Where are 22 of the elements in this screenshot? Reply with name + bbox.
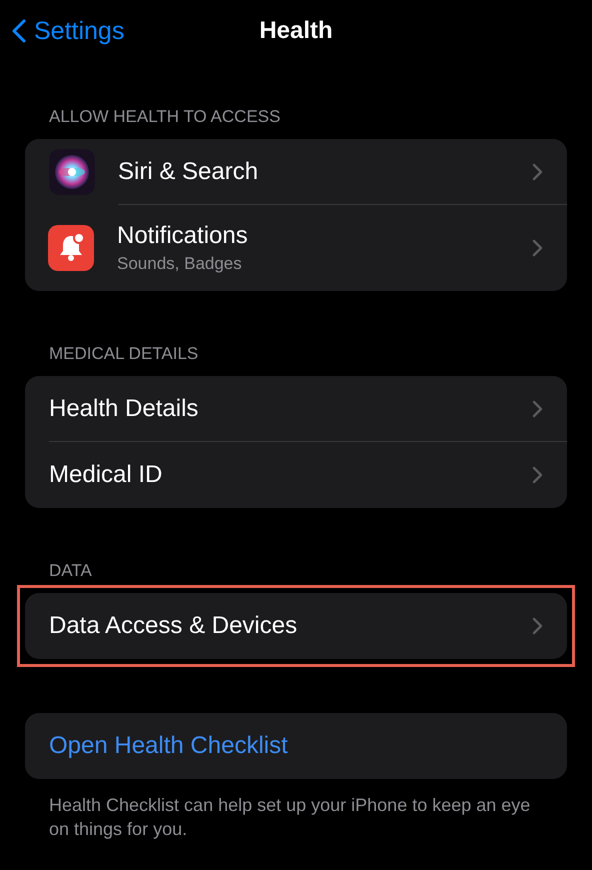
chevron-icon xyxy=(532,239,543,257)
chevron-icon xyxy=(532,466,543,484)
section-header: MEDICAL DETAILS xyxy=(48,343,200,365)
settings-row[interactable]: Notifications Sounds, Badges xyxy=(25,205,567,291)
chevron-icon xyxy=(532,617,543,635)
settings-row[interactable]: Siri & Search xyxy=(25,139,567,205)
back-label[interactable]: Settings xyxy=(34,16,124,46)
siri-icon xyxy=(49,149,95,195)
section-header: ALLOW HEALTH TO ACCESS xyxy=(48,106,282,128)
page-title: Health xyxy=(259,17,333,45)
chevron-icon xyxy=(532,400,543,418)
row-subtitle: Sounds, Badges xyxy=(117,254,243,274)
back-button[interactable]: Settings xyxy=(12,16,124,46)
back-chevron-icon xyxy=(12,19,26,43)
section-header: DATA xyxy=(48,560,93,582)
settings-row[interactable]: Data Access & Devices xyxy=(25,593,567,659)
section-footer: Health Checklist can help set up your iPhone to keep an eye on things for you. xyxy=(0,787,592,841)
settings-row[interactable]: Medical ID xyxy=(25,442,567,508)
settings-row[interactable]: Health Details xyxy=(25,376,567,442)
chevron-icon xyxy=(532,162,543,180)
notification-bell-icon xyxy=(48,225,94,271)
checklist-link[interactable]: Open Health Checklist xyxy=(25,713,567,779)
